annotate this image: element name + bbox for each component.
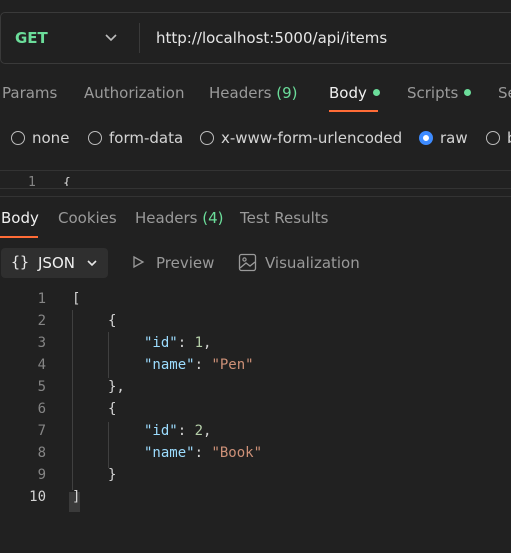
active-tab-indicator <box>329 110 378 112</box>
tab-headers-label: Headers <box>209 84 272 102</box>
modified-dot-icon <box>372 89 380 96</box>
code-line: 8 "name": "Book" <box>0 442 511 464</box>
tab-scripts-label: Scripts <box>407 84 459 102</box>
tab-headers-count: (9) <box>276 84 298 102</box>
line-number: 7 <box>37 423 46 439</box>
json-key: "name" <box>144 445 195 461</box>
code-line: 6{ <box>0 398 511 420</box>
code-line: 4 "name": "Pen" <box>0 354 511 376</box>
pane-divider-bottom <box>0 196 511 197</box>
line-number: 10 <box>29 489 46 505</box>
code-line: 2{ <box>0 310 511 332</box>
chevron-down-icon <box>87 260 97 267</box>
tab-authorization[interactable]: Authorization <box>84 84 184 102</box>
tab-params[interactable]: Params <box>2 84 57 102</box>
tab-settings-truncated[interactable]: Se <box>498 84 511 102</box>
tab-scripts[interactable]: Scripts <box>407 84 472 102</box>
code-line: 7 "id": 2, <box>0 420 511 442</box>
radio-raw-label[interactable]: raw <box>440 129 468 147</box>
visualization-button[interactable]: Visualization <box>265 254 360 272</box>
radio-raw[interactable] <box>419 131 433 145</box>
json-value: 1 <box>194 335 204 351</box>
response-tab-cookies[interactable]: Cookies <box>58 209 117 227</box>
code-line: 9} <box>0 464 511 486</box>
code-line: 10] <box>0 486 511 508</box>
line-number: 6 <box>37 401 46 417</box>
code-text: { <box>108 401 117 417</box>
request-url-bar: GET http://localhost:5000/api/items <box>0 12 511 64</box>
play-icon[interactable] <box>131 255 145 269</box>
url-input[interactable]: http://localhost:5000/api/items <box>156 29 387 47</box>
chevron-down-icon[interactable] <box>104 30 118 44</box>
line-number: 1 <box>37 291 46 307</box>
image-icon[interactable] <box>238 253 257 272</box>
format-select-button[interactable]: {} JSON <box>1 248 108 278</box>
tab-headers[interactable]: Headers (9) <box>209 84 297 102</box>
code-line: 3 "id": 1, <box>0 332 511 354</box>
code-text: "name": "Book" <box>144 445 263 461</box>
braces-icon: {} <box>11 253 30 271</box>
code-text: { <box>108 313 117 329</box>
radio-form-data[interactable] <box>88 131 102 145</box>
tab-body[interactable]: Body <box>329 84 380 102</box>
request-body-editor[interactable]: { <box>63 176 71 186</box>
line-number: 9 <box>37 467 46 483</box>
radio-form-data-label[interactable]: form-data <box>109 129 183 147</box>
code-text: }, <box>108 379 125 395</box>
code-text: "name": "Pen" <box>144 357 254 373</box>
pane-divider[interactable] <box>0 188 511 189</box>
json-key: "id" <box>144 423 178 439</box>
code-text: [ <box>72 291 81 307</box>
response-tab-headers[interactable]: Headers (4) <box>135 209 223 227</box>
code-line: 1[ <box>0 288 511 310</box>
line-number: 3 <box>37 335 46 351</box>
modified-dot-icon <box>464 89 472 96</box>
tab-body-label: Body <box>329 84 367 102</box>
request-line-number: 1 <box>28 176 36 186</box>
code-text: "id": 2, <box>144 423 212 439</box>
method-select[interactable]: GET <box>15 29 48 47</box>
preview-button[interactable]: Preview <box>156 254 214 272</box>
response-tab-headers-count: (4) <box>202 209 224 227</box>
format-label: JSON <box>38 254 75 272</box>
editor-divider <box>0 170 511 171</box>
response-tab-body[interactable]: Body <box>1 209 39 227</box>
radio-none[interactable] <box>11 131 25 145</box>
json-value: "Book" <box>211 445 263 461</box>
radio-binary-label[interactable]: b <box>507 129 511 147</box>
url-separator <box>139 23 140 53</box>
line-number: 4 <box>37 357 46 373</box>
active-response-tab-indicator <box>0 236 38 238</box>
json-key: "name" <box>144 357 195 373</box>
radio-x-www-form-urlencoded-label[interactable]: x-www-form-urlencoded <box>221 129 402 147</box>
code-text: "id": 1, <box>144 335 212 351</box>
json-value: "Pen" <box>211 357 254 373</box>
radio-binary[interactable] <box>486 131 500 145</box>
line-number: 2 <box>37 313 46 329</box>
code-text: } <box>108 467 117 483</box>
response-tab-test-results[interactable]: Test Results <box>240 209 328 227</box>
response-tab-headers-label: Headers <box>135 209 198 227</box>
json-key: "id" <box>144 335 178 351</box>
json-value: 2 <box>194 423 204 439</box>
radio-x-www-form-urlencoded[interactable] <box>200 131 214 145</box>
code-text: ] <box>72 489 81 505</box>
radio-none-label[interactable]: none <box>32 129 69 147</box>
line-number: 5 <box>37 379 46 395</box>
line-number: 8 <box>37 445 46 461</box>
code-line: 5}, <box>0 376 511 398</box>
